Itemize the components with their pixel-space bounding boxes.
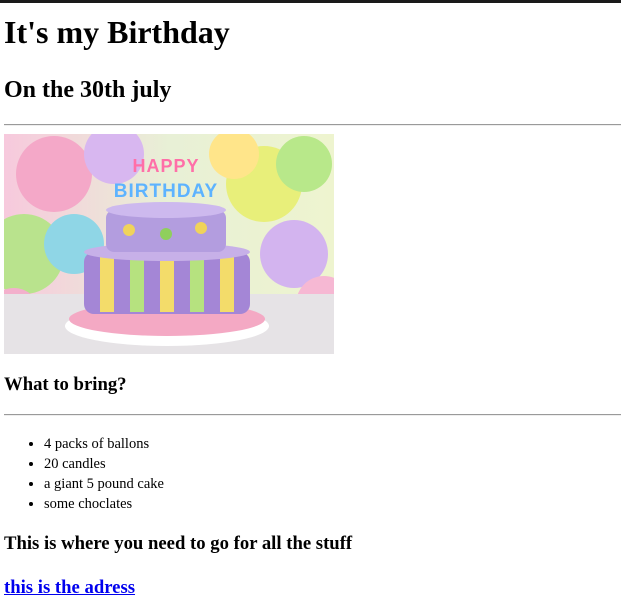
list-item: a giant 5 pound cake	[44, 474, 621, 494]
divider	[4, 414, 621, 416]
list-item: some choclates	[44, 494, 621, 514]
divider	[4, 124, 621, 126]
list-item: 4 packs of ballons	[44, 434, 621, 454]
svg-text:BIRTHDAY: BIRTHDAY	[114, 181, 218, 202]
address-link[interactable]: this is the adress	[4, 577, 135, 598]
bring-heading: What to bring?	[4, 374, 127, 395]
cake-topper-text: HAPPY	[132, 156, 199, 176]
where-heading: This is where you need to go for all the…	[4, 533, 353, 554]
page-title: It's my Birthday	[4, 14, 230, 50]
date-heading: On the 30th july	[4, 77, 172, 103]
list-item: 20 candles	[44, 454, 621, 474]
page-content: It's my Birthday On the 30th july HAPPY …	[0, 14, 621, 599]
address-paragraph: this is the adress	[4, 577, 621, 599]
birthday-cake-image: HAPPY BIRTHDAY	[4, 134, 334, 354]
window-top-border	[0, 0, 621, 3]
bring-list: 4 packs of ballons 20 candles a giant 5 …	[4, 434, 621, 514]
